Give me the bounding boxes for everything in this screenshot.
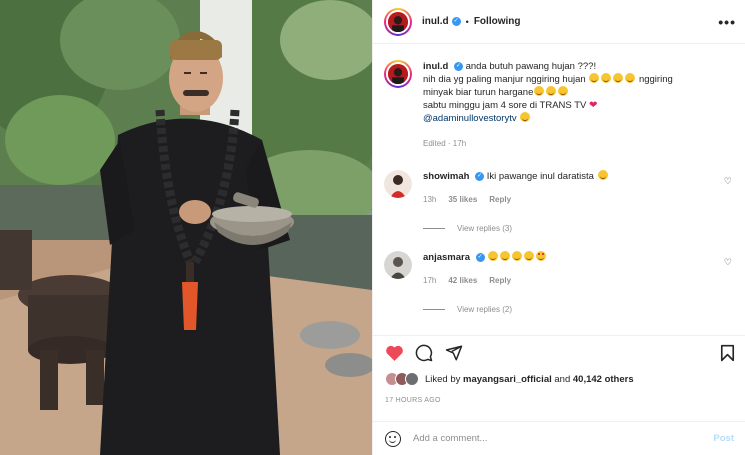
likes-and: and bbox=[554, 373, 571, 385]
rofl-emoji-icon bbox=[589, 73, 600, 83]
comment-item: showimah ✓ Iki pawange inul daratista 13… bbox=[384, 170, 734, 206]
replies-line bbox=[423, 228, 445, 229]
comment-likes-count[interactable]: 42 likes bbox=[448, 274, 477, 287]
avatar-image bbox=[384, 170, 412, 198]
bookmark-icon[interactable] bbox=[720, 344, 735, 362]
caption-author-avatar[interactable] bbox=[384, 60, 412, 88]
verified-badge-icon: ✓ bbox=[451, 17, 461, 26]
rofl-emoji-icon bbox=[520, 112, 531, 122]
avatar-image bbox=[388, 64, 408, 84]
comment-meta: 17h 42 likes Reply bbox=[423, 274, 713, 287]
comment-body: anjasmara ✓ 17h 42 likes Reply bbox=[423, 251, 713, 287]
author-avatar[interactable] bbox=[384, 7, 412, 36]
comment-likes-count[interactable]: 35 likes bbox=[448, 193, 477, 206]
post-detail-panel: inul.d ✓ • Following ••• inul.d ✓ anda b… bbox=[372, 0, 745, 455]
verified-badge-icon: ✓ bbox=[453, 61, 463, 71]
more-horizontal-icon[interactable]: ••• bbox=[718, 14, 736, 30]
caption-text: inul.d ✓ anda butuh pawang hujan ???! ni… bbox=[423, 60, 723, 150]
caption-line-4: sabtu minggu jam 4 sore di TRANS TV bbox=[423, 100, 587, 111]
caption-line-1: anda butuh pawang hujan ???! bbox=[465, 61, 597, 72]
likes-prefix: Liked by bbox=[425, 373, 461, 385]
view-replies-button[interactable]: View replies (3) bbox=[423, 224, 512, 233]
grin-emoji-icon bbox=[488, 251, 499, 261]
caption-username[interactable]: inul.d bbox=[423, 61, 448, 72]
post-image-illustration bbox=[0, 0, 372, 455]
likes-text: Liked by mayangsari_official and 40,142 … bbox=[425, 374, 634, 385]
comment-item: anjasmara ✓ 17h 42 likes Reply ♡ bbox=[384, 251, 734, 287]
add-comment-bar: Post bbox=[373, 421, 745, 455]
grin-emoji-icon bbox=[524, 251, 535, 261]
comment-time: 13h bbox=[423, 195, 437, 204]
comments-scroll-area[interactable]: inul.d ✓ anda butuh pawang hujan ???! ni… bbox=[373, 44, 745, 335]
post-comment-button[interactable]: Post bbox=[713, 433, 734, 444]
liker-avatar[interactable] bbox=[405, 372, 419, 386]
comment-icon[interactable] bbox=[415, 344, 433, 362]
caption-line-2b: nggiring bbox=[638, 74, 673, 85]
caption-edited-time: Edited · 17h bbox=[423, 139, 467, 148]
likes-others-count[interactable]: 40,142 others bbox=[573, 374, 634, 385]
caption-mention-link[interactable]: @adaminullovestorytv bbox=[423, 113, 517, 124]
instagram-post: inul.d ✓ • Following ••• inul.d ✓ anda b… bbox=[0, 0, 745, 455]
comment-username[interactable]: anjasmara bbox=[423, 252, 470, 263]
caption-line-2a: nih dia yg paling manjur nggiring hujan bbox=[423, 74, 586, 85]
following-button[interactable]: Following bbox=[474, 16, 521, 27]
red-heart-emoji-icon: ❤ bbox=[588, 100, 598, 111]
heart-icon[interactable] bbox=[385, 344, 404, 362]
comment-body: showimah ✓ Iki pawange inul daratista 13… bbox=[423, 170, 713, 206]
rofl-emoji-icon bbox=[546, 86, 557, 96]
likes-summary: Liked by mayangsari_official and 40,142 … bbox=[385, 372, 634, 386]
replies-line bbox=[423, 309, 445, 310]
comment-text: Iki pawange inul daratista bbox=[486, 171, 594, 182]
rofl-emoji-icon bbox=[601, 73, 612, 83]
view-replies-label: View replies (2) bbox=[457, 305, 512, 314]
avatar-image bbox=[388, 11, 408, 32]
post-caption: inul.d ✓ anda butuh pawang hujan ???! ni… bbox=[384, 60, 734, 150]
header-separator: • bbox=[465, 16, 469, 27]
avatar-image bbox=[384, 251, 412, 279]
rofl-emoji-icon bbox=[625, 73, 636, 83]
grin-emoji-icon bbox=[500, 251, 511, 261]
comment-like-heart-icon[interactable]: ♡ bbox=[724, 257, 732, 268]
view-replies-button[interactable]: View replies (2) bbox=[423, 305, 512, 314]
post-action-bar bbox=[373, 335, 745, 368]
comment-reply-button[interactable]: Reply bbox=[489, 193, 511, 206]
liked-by-username[interactable]: mayangsari_official bbox=[463, 374, 552, 385]
rofl-emoji-icon bbox=[613, 73, 624, 83]
author-username[interactable]: inul.d bbox=[422, 16, 449, 27]
caption-line-3: minyak biar turun hargane bbox=[423, 87, 534, 98]
comment-like-heart-icon[interactable]: ♡ bbox=[724, 176, 732, 187]
comment-time: 17h bbox=[423, 276, 437, 285]
grin-emoji-icon bbox=[512, 251, 523, 261]
rofl-emoji-icon bbox=[597, 170, 608, 180]
rofl-emoji-icon bbox=[534, 86, 545, 96]
post-timestamp[interactable]: 17 HOURS AGO bbox=[385, 397, 441, 404]
verified-badge-icon: ✓ bbox=[475, 252, 485, 262]
star-struck-emoji-icon bbox=[536, 251, 547, 261]
post-photo[interactable] bbox=[0, 0, 372, 455]
comment-username[interactable]: showimah bbox=[423, 171, 469, 182]
emoji-icon[interactable] bbox=[385, 430, 401, 447]
share-icon[interactable] bbox=[445, 344, 463, 362]
comment-meta: 13h 35 likes Reply bbox=[423, 193, 713, 206]
commenter-avatar[interactable] bbox=[384, 170, 412, 198]
commenter-avatar[interactable] bbox=[384, 251, 412, 279]
post-header: inul.d ✓ • Following ••• bbox=[373, 0, 745, 44]
view-replies-label: View replies (3) bbox=[457, 224, 512, 233]
verified-badge-icon: ✓ bbox=[475, 171, 485, 181]
add-comment-input[interactable] bbox=[413, 433, 714, 444]
rofl-emoji-icon bbox=[558, 86, 569, 96]
comment-reply-button[interactable]: Reply bbox=[489, 274, 511, 287]
